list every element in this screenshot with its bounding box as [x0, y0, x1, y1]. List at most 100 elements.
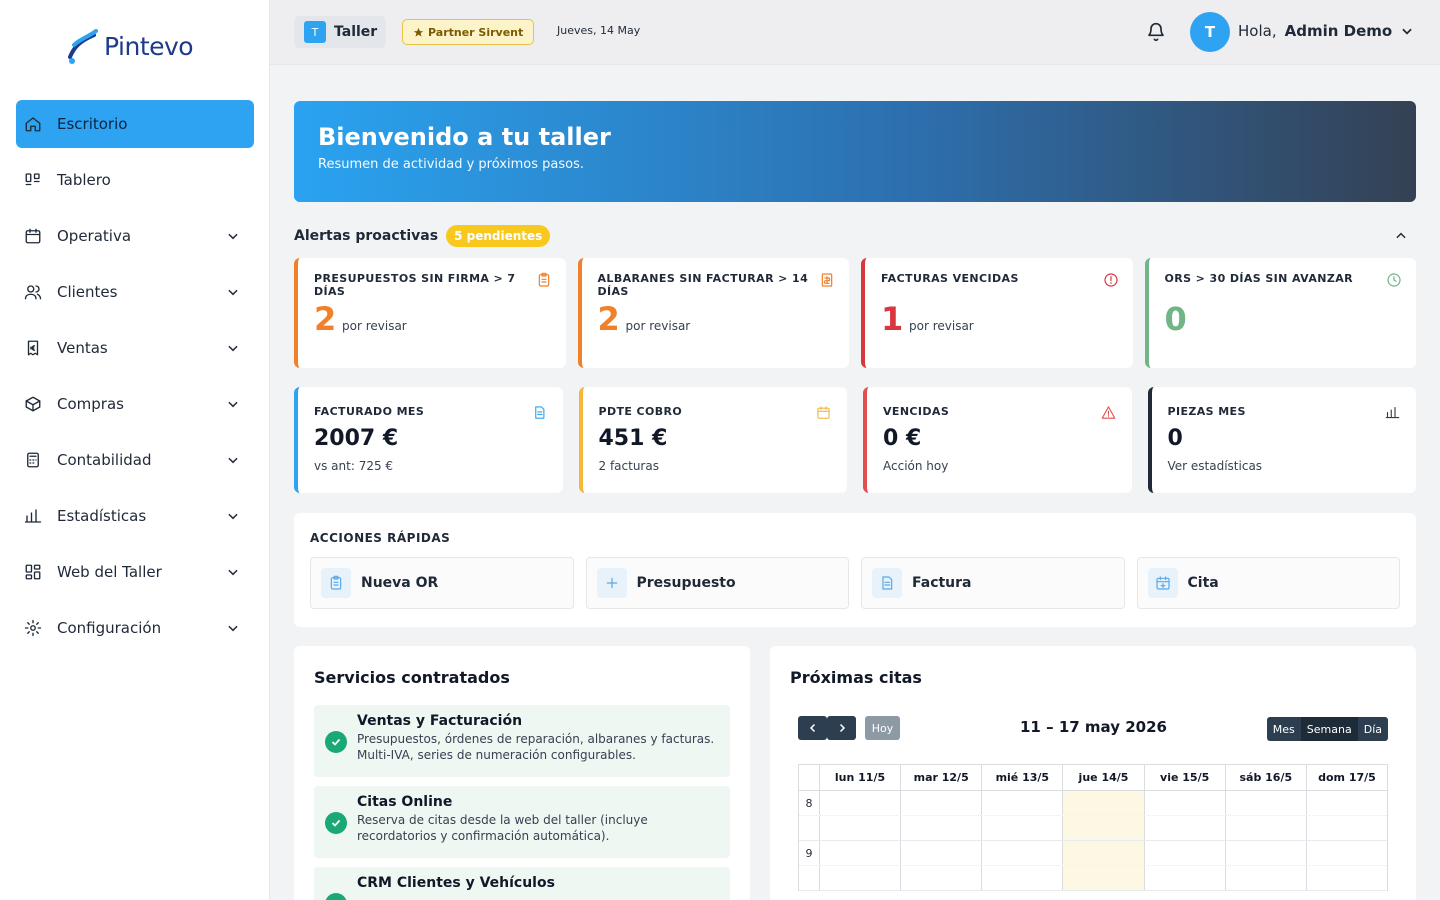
calendar-slot[interactable] [981, 841, 1062, 865]
calendar-slot[interactable] [1062, 816, 1144, 840]
calendar-day-header: sáb 16/5 [1224, 765, 1306, 790]
calendar-view-dia-button[interactable]: Día [1358, 717, 1388, 741]
user-menu[interactable]: Hola, Admin Demo [1238, 22, 1414, 40]
alert-card[interactable]: FACTURAS VENCIDAS 1 por revisar [861, 258, 1133, 368]
welcome-subtitle: Resumen de actividad y próximos pasos. [318, 157, 584, 172]
kpi-card[interactable]: PDTE COBRO 451 € 2 facturas [578, 387, 847, 493]
alert-title: ALBARANES SIN FACTURAR > 14 DÍAS [597, 272, 809, 298]
calendar-today-button[interactable]: Hoy [865, 716, 900, 740]
calendar-slot[interactable] [900, 841, 981, 865]
calendar-day-header: mié 13/5 [981, 765, 1062, 790]
kpi-card[interactable]: VENCIDAS 0 € Acción hoy [863, 387, 1132, 493]
calendar-slot[interactable] [1305, 791, 1387, 815]
calendar-slot[interactable] [981, 866, 1062, 890]
chevron-up-icon[interactable] [1394, 229, 1408, 243]
quick-action-factura-button[interactable]: Factura [861, 557, 1125, 609]
quick-action-presupuesto-button[interactable]: Presupuesto [585, 557, 849, 609]
brand-logo[interactable]: Pintevo [64, 26, 194, 66]
sidebar-item-contabilidad[interactable]: Contabilidad [16, 436, 254, 484]
service-item: Ventas y Facturación Presupuestos, órdene… [314, 705, 730, 777]
kpi-card[interactable]: FACTURADO MES 2007 € vs ant: 725 € [294, 387, 563, 493]
calendar-slot[interactable] [818, 866, 900, 890]
alert-card[interactable]: ORS > 30 DÍAS SIN AVANZAR 0 [1144, 258, 1416, 368]
sidebar-item-label: Operativa [57, 227, 132, 245]
chevron-down-icon [228, 289, 238, 296]
sidebar-item-configuracion[interactable]: Configuración [16, 604, 254, 652]
quick-action-label: Factura [912, 575, 972, 591]
document-icon [872, 568, 902, 598]
calendar-slot[interactable] [981, 816, 1062, 840]
sidebar-item-label: Web del Taller [57, 563, 162, 581]
sidebar-item-escritorio[interactable]: Escritorio [16, 100, 254, 148]
sidebar-item-clientes[interactable]: Clientes [16, 268, 254, 316]
users-icon [24, 283, 42, 301]
calendar-slot[interactable] [1143, 816, 1225, 840]
alert-cards: PRESUPUESTOS SIN FIRMA > 7 DÍAS 2 por revi… [294, 258, 1416, 368]
calendar-slot[interactable] [1062, 791, 1144, 815]
alert-card[interactable]: PRESUPUESTOS SIN FIRMA > 7 DÍAS 2 por revi… [294, 258, 566, 368]
workshop-selector[interactable]: T Taller [294, 16, 386, 48]
calendar-slot[interactable] [900, 816, 981, 840]
calendar-slot[interactable] [1305, 841, 1387, 865]
upcoming-appointments: Próximas citas Hoy 11 – 17 may 2026 Mes S… [770, 646, 1416, 900]
calendar-slot[interactable] [981, 791, 1062, 815]
sidebar-item-label: Estadísticas [57, 507, 147, 525]
calendar-slot[interactable] [1062, 841, 1144, 865]
calendar-next-button[interactable] [827, 716, 856, 740]
sidebar-item-web-del-taller[interactable]: Web del Taller [16, 548, 254, 596]
sidebar-item-ventas[interactable]: Ventas [16, 324, 254, 372]
quick-action-nueva-or-button[interactable]: Nueva OR [310, 557, 574, 609]
calendar-prev-button[interactable] [798, 716, 827, 740]
kpi-card[interactable]: PIEZAS MES 0 Ver estadísticas [1147, 387, 1416, 493]
calendar-view-mes-button[interactable]: Mes [1267, 717, 1301, 741]
check-circle-icon [325, 893, 347, 900]
calendar-slot[interactable] [818, 841, 900, 865]
sidebar-item-operativa[interactable]: Operativa [16, 212, 254, 260]
alert-count: 2 [597, 300, 620, 338]
calendar-slot[interactable] [1305, 866, 1387, 890]
calendar-time-rows: 89 [798, 791, 1388, 891]
receipt-icon [819, 272, 835, 288]
calendar-day-header: vie 15/5 [1143, 765, 1225, 790]
logo-mark-icon [68, 29, 98, 64]
workshop-initial: T [304, 21, 326, 43]
calendar-slot[interactable] [1224, 791, 1306, 815]
sidebar-item-estadisticas[interactable]: Estadísticas [16, 492, 254, 540]
calendar-icon [816, 405, 831, 420]
quick-actions: ACCIONES RÁPIDAS Nueva OR Presupuesto Fact… [294, 513, 1416, 627]
calendar-slot[interactable] [1143, 841, 1225, 865]
calendar-view-switch: Mes Semana Día [1266, 717, 1388, 741]
quick-action-cita-button[interactable]: Cita [1136, 557, 1400, 609]
calendar-slot[interactable] [1143, 866, 1225, 890]
calendar-slot[interactable] [1143, 791, 1225, 815]
calendar-view-semana-button[interactable]: Semana [1300, 717, 1358, 741]
calendar-hour-label [799, 816, 819, 840]
alert-card[interactable]: ALBARANES SIN FACTURAR > 14 DÍAS 2 por rev… [577, 258, 849, 368]
chevron-down-icon [228, 233, 238, 240]
workshop-label: Taller [334, 24, 378, 40]
user-avatar[interactable]: T [1190, 12, 1230, 52]
service-item: Citas Online Reserva de citas desde la we… [314, 786, 730, 858]
calendar-slot[interactable] [1224, 816, 1306, 840]
check-circle-icon [325, 812, 347, 834]
kpi-title: PIEZAS MES [1167, 405, 1246, 418]
calendar-slot[interactable] [1224, 866, 1306, 890]
calendar-slot[interactable] [818, 816, 900, 840]
calendar-slot[interactable] [1224, 841, 1306, 865]
alert-circle-icon [1103, 272, 1119, 288]
clipboard-icon [536, 272, 552, 288]
calendar-slot[interactable] [900, 866, 981, 890]
services-title: Servicios contratados [314, 668, 510, 687]
alerts-header: Alertas proactivas 5 pendientes [294, 223, 1416, 249]
chevron-down-icon [228, 569, 238, 576]
sidebar-item-tablero[interactable]: Tablero [16, 156, 254, 204]
sidebar-item-compras[interactable]: Compras [16, 380, 254, 428]
calendar-icon [24, 227, 42, 245]
service-item: CRM Clientes y Vehículos [314, 867, 730, 900]
calendar-slot[interactable] [818, 791, 900, 815]
service-name: CRM Clientes y Vehículos [357, 875, 555, 891]
calendar-slot[interactable] [900, 791, 981, 815]
calendar-slot[interactable] [1305, 816, 1387, 840]
calendar-slot[interactable] [1062, 866, 1144, 890]
notifications-bell-icon[interactable] [1146, 22, 1166, 42]
